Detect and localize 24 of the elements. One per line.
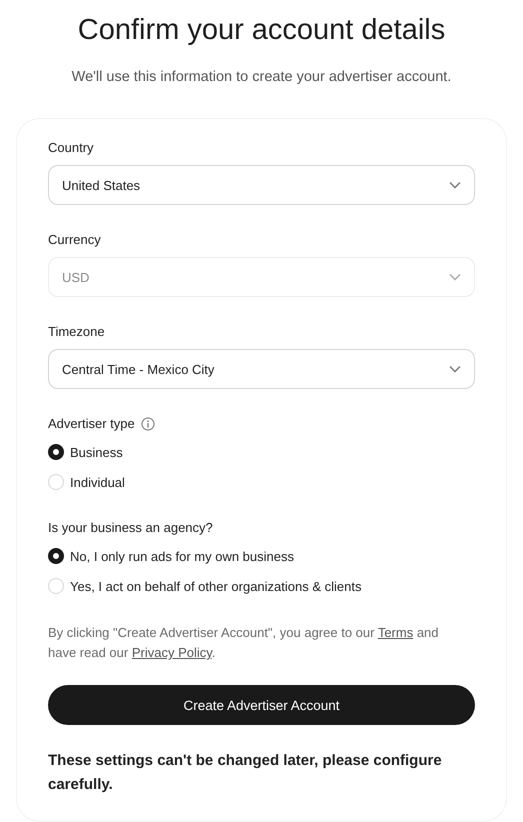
dropdown-field[interactable]: Central Time - Mexico City	[48, 349, 475, 389]
chevron-down-icon	[449, 181, 461, 189]
radio-label[interactable]: Business	[70, 444, 123, 460]
field-label: Timezone	[48, 323, 105, 341]
page-subtitle: We'll use this information to create your advertiser account.	[72, 68, 452, 87]
group-label: Advertiser type	[48, 415, 135, 433]
terms-link[interactable]: Terms	[378, 625, 414, 640]
radio-label[interactable]: No, I only run ads for my own business	[70, 548, 294, 564]
radio-button[interactable]	[48, 444, 64, 460]
warning-text: These settings can't be changed later, please configure carefully.	[48, 751, 443, 795]
radio-button[interactable]	[48, 548, 64, 564]
radio-label[interactable]: Yes, I act on behalf of other organizations & clients	[70, 578, 362, 594]
page-title: Confirm your account details	[78, 13, 446, 48]
field-label: Country	[48, 139, 94, 157]
chevron-down-icon	[449, 273, 461, 281]
info-icon[interactable]	[140, 417, 155, 431]
create-account-button[interactable]: Create Advertiser Account	[48, 685, 475, 725]
dropdown-field[interactable]: United States	[48, 165, 475, 205]
terms-notice: By clicking "Create Advertiser Account", you agree to our Terms and have read our Privacy Policy.	[48, 624, 440, 662]
chevron-down-icon	[449, 365, 461, 373]
privacy-policy-link[interactable]: Privacy Policy	[132, 645, 212, 660]
field-label: Currency	[48, 231, 101, 249]
radio-label[interactable]: Individual	[70, 474, 125, 490]
group-label: Is your business an agency?	[48, 519, 213, 537]
